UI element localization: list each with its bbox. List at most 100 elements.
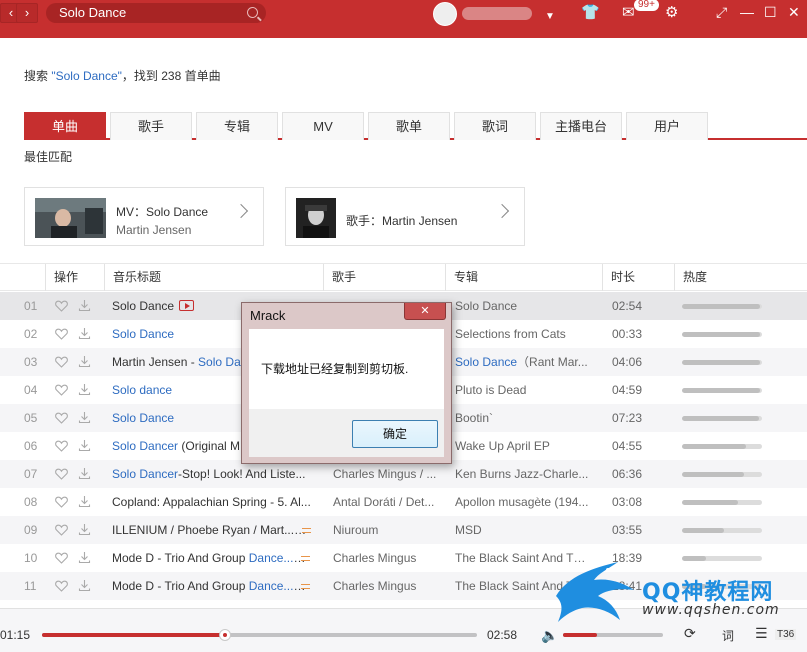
album-link[interactable]: Solo Dance [455, 355, 517, 369]
song-title-link[interactable]: Solo Dancer [112, 439, 178, 453]
heart-icon[interactable] [55, 384, 68, 396]
song-album[interactable]: MSD [455, 516, 590, 544]
download-icon[interactable] [78, 579, 91, 592]
song-album[interactable]: Apollon musagète (194... [455, 488, 590, 516]
lyrics-button[interactable]: 词 [722, 627, 734, 644]
header-artist[interactable]: 歌手 [323, 264, 445, 291]
popularity-fill [682, 388, 760, 393]
song-album[interactable]: Wake Up April EP [455, 432, 590, 460]
song-title[interactable]: Copland: Appalachian Spring - 5. Al... [112, 488, 312, 516]
popularity-fill [682, 416, 759, 421]
heart-icon[interactable] [55, 412, 68, 424]
chevron-down-icon[interactable]: ▼ [545, 8, 555, 26]
song-title-link[interactable]: Solo Dance [112, 411, 174, 425]
tab-artists[interactable]: 歌手 [110, 112, 192, 140]
username-blurred[interactable] [462, 7, 532, 20]
heart-icon[interactable] [55, 468, 68, 480]
header-popularity[interactable]: 热度 [674, 264, 807, 291]
avatar[interactable] [433, 2, 457, 26]
download-icon[interactable] [78, 327, 91, 340]
song-table-header: 操作 音乐标题 歌手 专辑 时长 热度 [0, 263, 807, 291]
forward-button[interactable]: › [16, 3, 38, 23]
tab-songs[interactable]: 单曲 [24, 112, 106, 140]
song-album[interactable]: Selections from Cats [455, 320, 590, 348]
song-artist[interactable]: Antal Doráti / Det... [333, 488, 438, 516]
maximize-icon[interactable]: ☐ [764, 4, 777, 20]
tab-albums[interactable]: 专辑 [196, 112, 278, 140]
song-title-link[interactable]: Solo Da [198, 355, 241, 369]
volume-icon[interactable]: 🔈 [541, 628, 558, 642]
close-icon[interactable]: ✕ [788, 4, 800, 20]
mv-thumbnail [35, 198, 106, 238]
heart-icon[interactable] [55, 440, 68, 452]
song-title-link[interactable]: Solo Dancer [112, 467, 178, 481]
song-album[interactable]: Ken Burns Jazz-Charle... [455, 460, 590, 488]
heart-icon[interactable] [55, 524, 68, 536]
header-title[interactable]: 音乐标题 [104, 264, 323, 291]
song-album[interactable]: Solo Dance [455, 292, 590, 320]
song-artist[interactable]: Charles Mingus [333, 544, 438, 572]
heart-icon[interactable] [55, 328, 68, 340]
progress-bar[interactable] [42, 629, 477, 641]
download-icon[interactable] [78, 551, 91, 564]
dialog-close-button[interactable]: ✕ [404, 303, 446, 320]
best-match-artist-card[interactable]: 歌手：Martin Jensen [285, 187, 525, 246]
song-album[interactable]: Pluto is Dead [455, 376, 590, 404]
volume-slider[interactable] [563, 633, 663, 637]
mail-icon[interactable]: ✉ [622, 4, 635, 22]
download-icon[interactable] [78, 299, 91, 312]
song-title[interactable]: Mode D - Trio And Group Dance... [112, 544, 312, 572]
song-album[interactable]: Solo Dance（Rant Mar... [455, 348, 590, 376]
search-input[interactable]: Solo Dance [46, 3, 266, 23]
progress-knob[interactable] [218, 629, 231, 641]
tab-playlists[interactable]: 歌单 [368, 112, 450, 140]
gear-icon[interactable]: ⚙ [665, 4, 678, 22]
song-duration: 04:55 [612, 439, 643, 453]
song-title[interactable]: Mode D - Trio And Group Dance... [112, 572, 312, 600]
song-title-link[interactable]: Dance... [249, 579, 306, 593]
tab-users[interactable]: 用户 [626, 112, 708, 140]
song-title-text: Copland: Appalachian Spring - 5. Al... [112, 495, 311, 509]
download-icon[interactable] [78, 411, 91, 424]
heart-icon[interactable] [55, 300, 68, 312]
song-title[interactable]: ILLENIUM / Phoebe Ryan / Mart... [112, 516, 312, 544]
song-title-text: Mode D - Trio And Group [112, 551, 249, 565]
tab-mv[interactable]: MV [282, 112, 364, 140]
heart-icon[interactable] [55, 580, 68, 592]
table-row[interactable]: 09 ILLENIUM / Phoebe Ryan / Mart... Niurou… [0, 516, 807, 544]
header-album[interactable]: 专辑 [445, 264, 602, 291]
playlist-icon[interactable]: ☰ [755, 625, 768, 642]
row-number: 04 [24, 383, 38, 397]
download-icon[interactable] [78, 523, 91, 536]
song-title-link[interactable]: Dance... [249, 551, 306, 565]
minimize-icon[interactable]: — [740, 4, 754, 20]
download-icon[interactable] [78, 383, 91, 396]
best-match-mv-card[interactable]: MV：Solo Dance Martin Jensen [24, 187, 264, 246]
song-title-link[interactable]: Solo dance [112, 383, 172, 397]
song-title-link[interactable]: Solo Dance [112, 327, 174, 341]
tab-radio[interactable]: 主播电台 [540, 112, 622, 140]
tab-lyrics[interactable]: 歌词 [454, 112, 536, 140]
song-artist[interactable]: Charles Mingus / ... [333, 460, 438, 488]
download-icon[interactable] [78, 495, 91, 508]
mini-mode-icon[interactable]: ⤢ [716, 4, 727, 20]
song-artist[interactable]: Niuroum [333, 516, 438, 544]
skin-shirt-icon[interactable]: 👕 [581, 4, 600, 22]
song-artist[interactable]: Charles Mingus [333, 572, 438, 600]
table-row[interactable]: 08 Copland: Appalachian Spring - 5. Al...… [0, 488, 807, 516]
heart-icon[interactable] [55, 496, 68, 508]
loop-icon[interactable]: ⟳ [684, 625, 696, 642]
mv-tag-icon[interactable] [179, 300, 195, 311]
download-icon[interactable] [78, 439, 91, 452]
heart-icon[interactable] [55, 356, 68, 368]
heart-icon[interactable] [55, 552, 68, 564]
header-duration[interactable]: 时长 [602, 264, 674, 291]
download-icon[interactable] [78, 355, 91, 368]
download-icon[interactable] [78, 467, 91, 480]
table-row[interactable]: 07 Solo Dancer-Stop! Look! And Liste... Ch… [0, 460, 807, 488]
popularity-fill [682, 360, 761, 365]
search-icon[interactable] [247, 7, 258, 18]
song-album[interactable]: Bootin` [455, 404, 590, 432]
song-title[interactable]: Solo Dancer-Stop! Look! And Liste... [112, 460, 312, 488]
dialog-ok-button[interactable]: 确定 [352, 420, 438, 448]
